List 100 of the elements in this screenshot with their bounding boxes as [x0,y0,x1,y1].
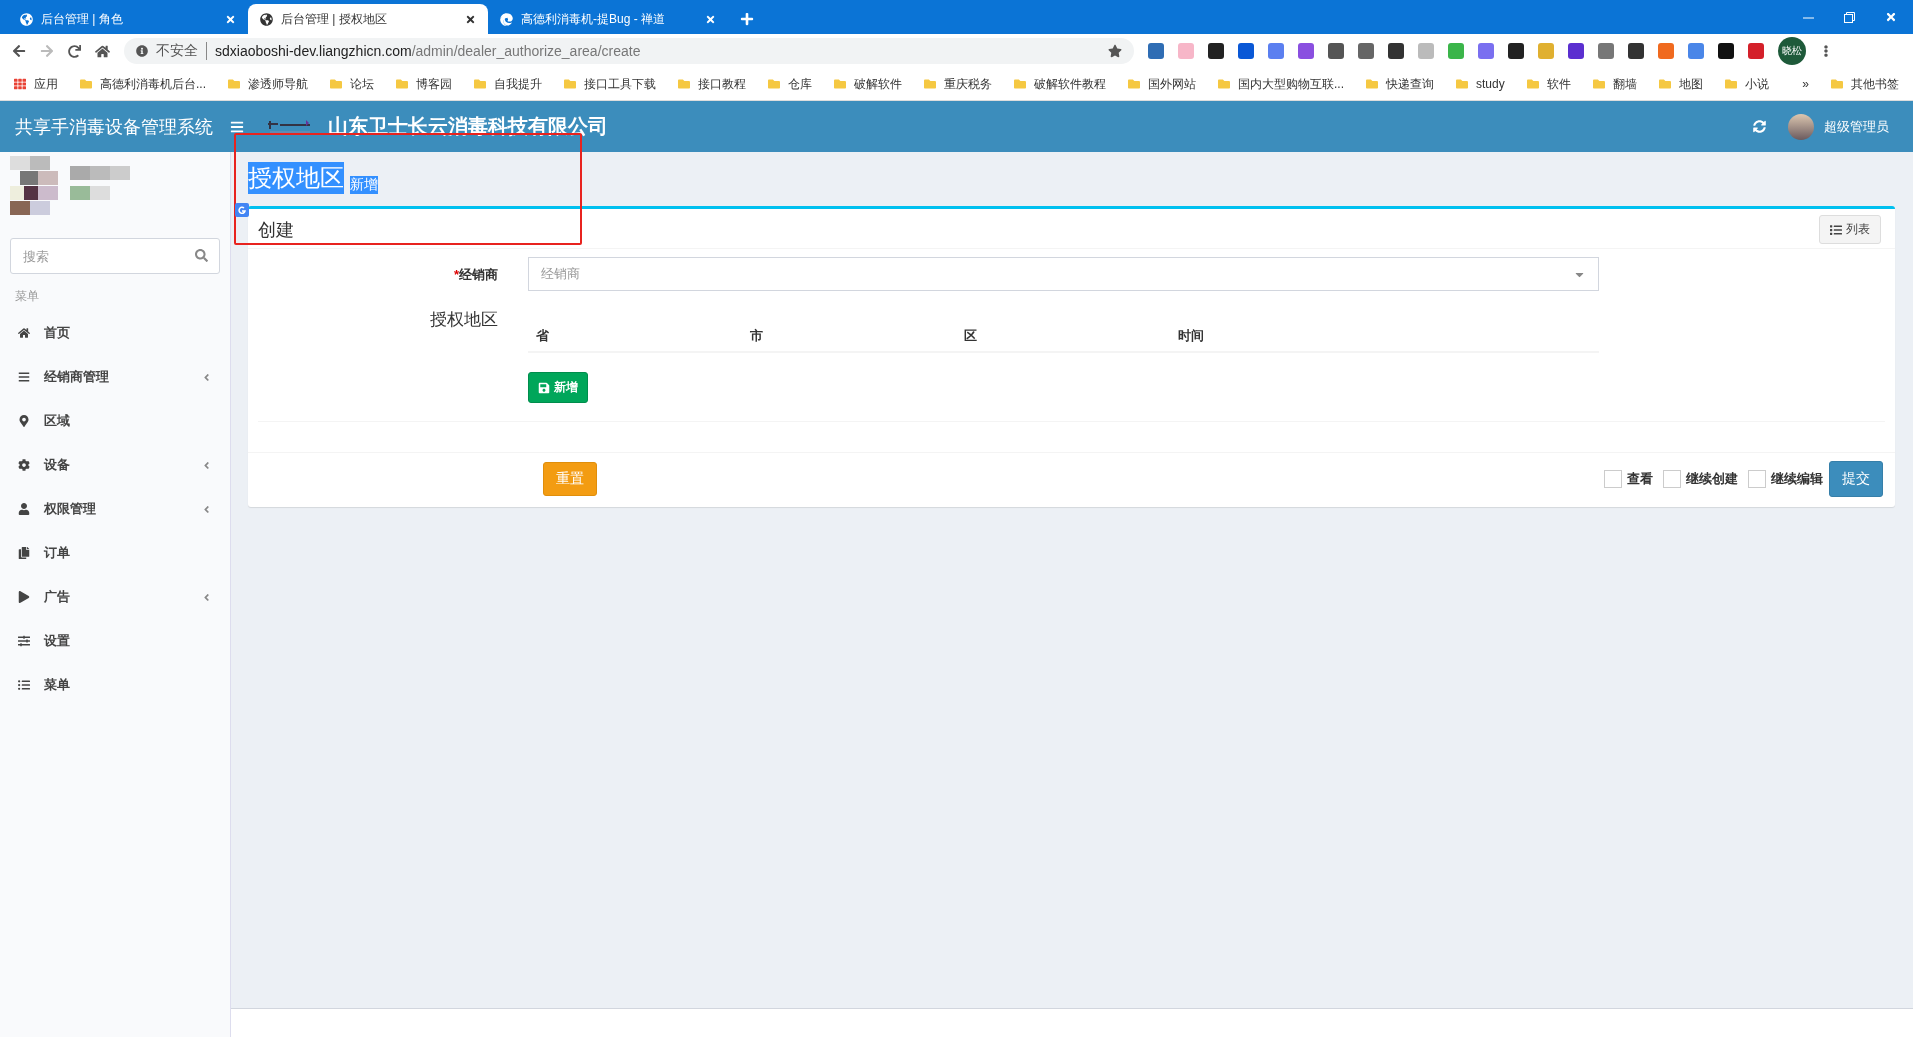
restore-icon[interactable] [1844,11,1855,23]
extension-icon[interactable] [1688,43,1704,59]
user-avatar [1788,113,1814,140]
info-icon [136,45,148,57]
close-icon[interactable] [465,13,476,25]
extension-icon[interactable] [1628,43,1644,59]
home-icon[interactable] [95,43,110,59]
bookmark[interactable]: 自我提升 [474,75,542,93]
bookmark[interactable]: study [1456,77,1505,91]
folder-icon [924,78,936,90]
extension-icon[interactable] [1328,43,1344,59]
page-subtitle: 新增 [350,176,378,194]
bookmark[interactable]: 重庆税务 [924,75,992,93]
submit-button[interactable]: 提交 [1829,461,1883,497]
bookmark[interactable]: 接口教程 [678,75,746,93]
bookmark[interactable]: 国内大型购物互联... [1218,75,1345,93]
refresh-icon[interactable] [1753,120,1766,133]
bookmark[interactable]: 其他书签 [1831,75,1899,93]
list-button[interactable]: 列表 [1819,215,1881,244]
extension-icon[interactable] [1268,43,1284,59]
bookmark-star-icon[interactable] [1108,44,1122,58]
new-tab-icon[interactable] [740,12,754,26]
address-bar[interactable]: 不安全 sdxiaoboshi-dev.liangzhicn.com/admin/dealer_authorize_area/create [124,38,1134,64]
checkbox[interactable] [1748,470,1766,488]
sidebar-item[interactable]: 经销商管理 [0,355,230,399]
extension-icon[interactable] [1298,43,1314,59]
extension-icon[interactable] [1658,43,1674,59]
extension-icon[interactable] [1508,43,1524,59]
home-icon [18,327,30,339]
bookmark[interactable]: 小说 [1724,75,1769,93]
sidebar-item[interactable]: 设置 [0,619,230,663]
checkbox-option[interactable]: 继续创建 [1663,470,1738,488]
extension-icon[interactable] [1568,43,1584,59]
extension-icon[interactable] [1598,43,1614,59]
bookmark[interactable]: 博客园 [396,75,452,93]
sidebar-item[interactable]: 广告 [0,575,230,619]
browser-tab[interactable]: 后台管理 | 授权地区 [248,4,488,34]
search-field[interactable]: 搜索 [10,238,220,274]
bookmark[interactable]: 破解软件教程 [1014,75,1106,93]
bookmark[interactable]: 国外网站 [1128,75,1196,93]
folder-icon [1014,78,1026,90]
column-header: 时间 [1178,327,1205,345]
sidebar-item[interactable]: 区域 [0,399,230,443]
bookmark[interactable]: 翻墙 [1592,75,1637,93]
menu-icon[interactable] [230,119,244,134]
folder-icon [1724,78,1737,90]
checkbox-option[interactable]: 继续编辑 [1748,470,1823,488]
checkbox-option[interactable]: 查看 [1604,470,1653,488]
profile-avatar[interactable]: 晓松 [1778,37,1806,65]
search-icon[interactable] [195,249,208,262]
sidebar-item[interactable]: 订单 [0,531,230,575]
list-icon [18,679,30,691]
more-bookmarks-button[interactable]: » [1802,77,1809,91]
card-title: 创建 [258,218,294,242]
extension-icon[interactable] [1358,43,1374,59]
back-icon[interactable] [12,44,26,58]
bookmark[interactable]: 软件 [1526,75,1571,93]
field-label: *经销商 [452,266,498,284]
checkbox[interactable] [1663,470,1681,488]
folder-icon [1218,78,1230,90]
folder-icon [474,78,486,90]
extension-icon[interactable] [1748,43,1764,59]
browser-logo-icon [500,12,513,26]
bookmark[interactable]: 论坛 [330,75,374,93]
extension-icon[interactable] [1208,43,1224,59]
bookmark[interactable]: 仓库 [768,75,812,93]
extension-icon[interactable] [1478,43,1494,59]
document-icon [18,547,30,559]
checkbox[interactable] [1604,470,1622,488]
sidebar-item[interactable]: 首页 [0,311,230,355]
extension-icon[interactable] [1388,43,1404,59]
browser-tab[interactable]: 后台管理 | 角色 [8,4,248,34]
folder-icon [768,78,780,90]
reload-icon[interactable] [68,44,81,58]
forward-icon[interactable] [40,44,54,58]
user-icon [18,503,30,515]
folder-icon [678,78,690,90]
user-name[interactable]: 超级管理员 [1824,117,1889,136]
sidebar-item[interactable]: 菜单 [0,663,230,707]
globe-icon [20,12,33,26]
bookmark[interactable]: 高德利消毒机后台... [80,75,206,93]
bookmark[interactable]: 破解软件 [834,75,902,93]
browser-tab[interactable]: 高德利消毒机-提Bug - 禅道 [488,4,728,34]
extension-icon[interactable] [1718,43,1734,59]
bookmark[interactable]: 地图 [1658,75,1703,93]
list-icon [1830,223,1842,236]
sidebar-item[interactable]: 权限管理 [0,487,230,531]
column-header: 区 [964,327,978,345]
map-pin-icon [18,415,30,427]
bookmark[interactable]: 渗透师导航 [228,75,308,93]
bookmark[interactable]: 应用 [14,75,58,93]
extension-icon[interactable] [1148,43,1164,59]
extension-icon[interactable] [1448,43,1464,59]
folder-icon [1831,78,1843,90]
sidebar-item[interactable]: 设备 [0,443,230,487]
bookmark[interactable]: 快递查询 [1366,75,1435,93]
folder-icon [1592,78,1605,90]
bookmark[interactable]: 接口工具下载 [564,75,656,93]
column-header: 市 [750,327,764,345]
extension-icon[interactable] [1238,43,1254,59]
